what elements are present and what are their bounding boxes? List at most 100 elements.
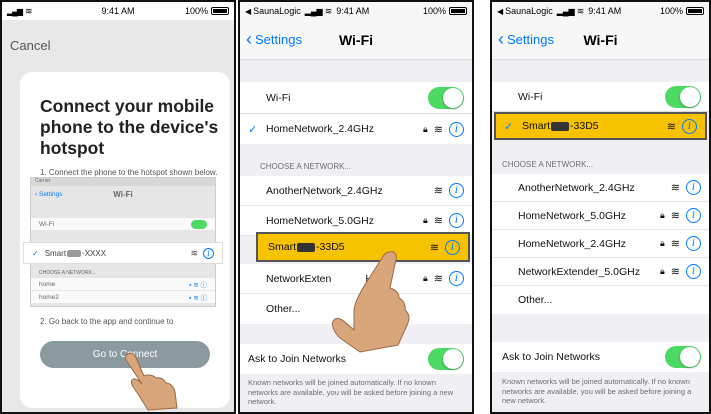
mini-selected-network: ✓ Smart -XXXX ≋ i	[23, 242, 223, 264]
lock-icon: 🔒︎	[422, 273, 428, 283]
section-header: CHOOSE A NETWORK...	[502, 160, 594, 169]
wifi-icon: ≋	[429, 241, 439, 254]
nav-bar: ‹ Settings Wi-Fi	[492, 20, 709, 60]
status-bar: ◀ SaunaLogic ▂▄▆ ≋ 9:41 AM 100%	[492, 2, 709, 20]
info-icon[interactable]: i	[449, 121, 464, 137]
status-time: 9:41 AM	[336, 6, 370, 16]
network-name: AnotherNetwork_2.4GHz	[266, 184, 383, 197]
lock-icon: 🔒︎	[422, 123, 428, 134]
wifi-icon: ≋	[433, 123, 443, 136]
network-name: HomeNetwork_5.0GHz	[266, 214, 374, 227]
other-label: Other...	[518, 294, 553, 306]
info-icon[interactable]: i	[445, 239, 460, 255]
wifi-toggle-row: Wi-Fi	[240, 82, 472, 114]
lock-icon: 🔒︎	[659, 210, 665, 220]
nav-bar: ‹ Settings Wi-Fi	[240, 20, 472, 60]
wifi-icon: ≋	[666, 120, 676, 133]
checkmark-icon: ✓	[248, 123, 258, 136]
wifi-toggle[interactable]	[665, 85, 701, 108]
network-name: HomeNetwork_5.0GHz	[518, 209, 626, 222]
ask-to-join-note: Known networks will be joined automatica…	[502, 377, 692, 405]
info-icon[interactable]: i	[686, 208, 701, 223]
checkmark-icon: ✓	[32, 248, 39, 258]
page-title: Connect your mobile phone to the device'…	[40, 96, 219, 158]
back-label: Settings	[255, 32, 302, 47]
lock-icon: 🔒︎	[422, 215, 428, 225]
app-name: SaunaLogic	[505, 6, 553, 16]
battery-icon	[686, 7, 704, 15]
pointing-hand-icon	[125, 352, 178, 411]
wifi-icon: ≋	[433, 185, 443, 197]
network-row[interactable]: NetworkExtender_5.0GHz 🔒︎ ≋ i	[492, 258, 709, 286]
wifi-icon: ≋	[670, 210, 680, 222]
wifi-toggle-row: Wi-Fi	[492, 82, 709, 112]
wifi-icon: ≋	[670, 266, 680, 278]
app-back-icon: ◀	[497, 6, 504, 16]
app-name: SaunaLogic	[253, 6, 301, 16]
wifi-toggle[interactable]	[428, 86, 464, 109]
info-icon[interactable]: i	[686, 236, 701, 251]
info-icon[interactable]: i	[686, 264, 701, 279]
ask-to-join-row: Ask to Join Networks	[492, 342, 709, 372]
other-network-row[interactable]: Other...	[492, 286, 709, 314]
battery-percent: 100%	[659, 6, 683, 16]
lock-icon: 🔒︎	[659, 266, 665, 276]
network-name: HomeNetwork_2.4GHz	[266, 123, 374, 135]
signal-icon: ▂▄▆	[556, 6, 575, 16]
ask-to-join-label: Ask to Join Networks	[248, 353, 347, 365]
mini-network-row: home ▪ ≋ ⓘ	[31, 278, 215, 290]
network-row[interactable]: HomeNetwork_2.4GHz 🔒︎ ≋ i	[492, 230, 709, 258]
ask-to-join-toggle[interactable]	[428, 348, 464, 370]
ask-to-join-toggle[interactable]	[665, 346, 701, 368]
network-name: HomeNetwork_2.4GHz	[518, 237, 626, 250]
signal-icon: ▂▄▆	[304, 6, 323, 16]
info-icon[interactable]: i	[449, 271, 464, 286]
wifi-settings-screen-connected: ◀ SaunaLogic ▂▄▆ ≋ 9:41 AM 100% ‹ Setting…	[490, 0, 711, 414]
wifi-label: Wi-Fi	[518, 90, 543, 103]
info-icon: i	[203, 247, 214, 259]
app-back-icon: ◀	[245, 6, 252, 16]
connected-network-row[interactable]: ✓ HomeNetwork_2.4GHz 🔒︎ ≋ i	[240, 114, 472, 144]
back-button[interactable]: ‹ Settings	[240, 29, 302, 50]
info-icon[interactable]: i	[449, 213, 464, 228]
section-header: CHOOSE A NETWORK...	[260, 162, 352, 171]
wifi-label: Wi-Fi	[266, 91, 291, 104]
chevron-left-icon: ‹	[498, 29, 504, 49]
status-time: 9:41 AM	[101, 6, 135, 16]
other-label: Other...	[266, 303, 301, 315]
ask-to-join-note: Known networks will be joined automatica…	[248, 378, 454, 406]
network-row[interactable]: AnotherNetwork_2.4GHz ≋ i	[492, 174, 709, 202]
network-name: Smart -33D5	[522, 120, 599, 132]
ask-to-join-label: Ask to Join Networks	[502, 351, 601, 363]
info-icon[interactable]: i	[449, 183, 464, 198]
hotspot-instructions-screen: ▂▄▆ ≋ 9:41 AM 100% Cancel Connect your m…	[0, 0, 236, 414]
back-button[interactable]: ‹ Settings	[492, 29, 554, 50]
cancel-button[interactable]: Cancel	[10, 38, 50, 53]
network-row[interactable]: AnotherNetwork_2.4GHz ≋ i	[240, 176, 472, 206]
mini-nav: ‹ Settings Wi-Fi	[31, 186, 215, 202]
wifi-icon: ≋	[190, 247, 198, 258]
mini-network-row: home2 ▪ ≋ ⓘ	[31, 291, 215, 303]
chevron-left-icon: ‹	[246, 29, 252, 49]
status-bar: ▂▄▆ ≋ 9:41 AM 100%	[2, 2, 234, 20]
back-label: Settings	[507, 32, 554, 47]
info-icon[interactable]: i	[686, 180, 701, 195]
connected-network-row-highlighted[interactable]: ✓ Smart -33D5 ≋ i	[494, 112, 707, 140]
wifi-icon: ≋	[433, 215, 443, 227]
mini-wifi-row: Wi-Fi	[31, 218, 215, 230]
lock-icon: 🔒︎	[659, 238, 665, 248]
info-icon[interactable]: i	[682, 118, 697, 134]
status-bar: ◀ SaunaLogic ▂▄▆ ≋ 9:41 AM 100%	[240, 2, 472, 20]
wifi-icon: ≋	[670, 182, 680, 194]
pointing-hand-icon	[331, 251, 410, 353]
status-time: 9:41 AM	[588, 6, 622, 16]
wifi-icon: ≋	[433, 273, 443, 285]
battery-icon	[449, 7, 467, 15]
battery-icon	[211, 7, 229, 15]
wifi-settings-screen-select: ◀ SaunaLogic ▂▄▆ ≋ 9:41 AM 100% ‹ Setting…	[238, 0, 474, 414]
mini-status-bar: Carrier	[31, 178, 215, 186]
wifi-icon: ≋	[576, 5, 585, 16]
battery-percent: 100%	[422, 6, 446, 16]
network-row[interactable]: HomeNetwork_5.0GHz 🔒︎ ≋ i	[492, 202, 709, 230]
network-name: AnotherNetwork_2.4GHz	[518, 181, 635, 194]
